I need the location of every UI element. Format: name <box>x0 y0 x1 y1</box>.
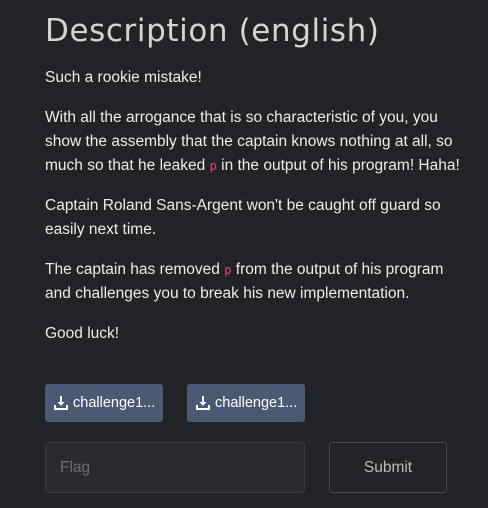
description-paragraph: With all the arrogance that is so charac… <box>45 106 460 178</box>
description-paragraph: The captain has removed p from the outpu… <box>45 258 460 306</box>
challenge-description: Such a rookie mistake! With all the arro… <box>45 66 460 362</box>
inline-code: p <box>209 159 217 173</box>
description-paragraph: Captain Roland Sans-Argent won't be caug… <box>45 197 441 238</box>
download-file-label: challenge1... <box>215 395 298 411</box>
download-file-label: challenge1... <box>73 395 156 411</box>
download-file-button[interactable]: challenge1... <box>45 384 163 422</box>
download-icon <box>195 395 211 411</box>
submit-button[interactable]: Submit <box>329 442 447 493</box>
description-text: in the output of his program! Haha! <box>216 157 460 174</box>
description-paragraph: Good luck! <box>45 325 120 342</box>
page-title: Description (english) <box>45 13 380 49</box>
description-text: The captain has removed <box>45 261 225 278</box>
flag-input[interactable] <box>45 442 305 493</box>
description-paragraph: Such a rookie mistake! <box>45 69 202 86</box>
download-file-button[interactable]: challenge1... <box>187 384 305 422</box>
download-icon <box>53 395 69 411</box>
